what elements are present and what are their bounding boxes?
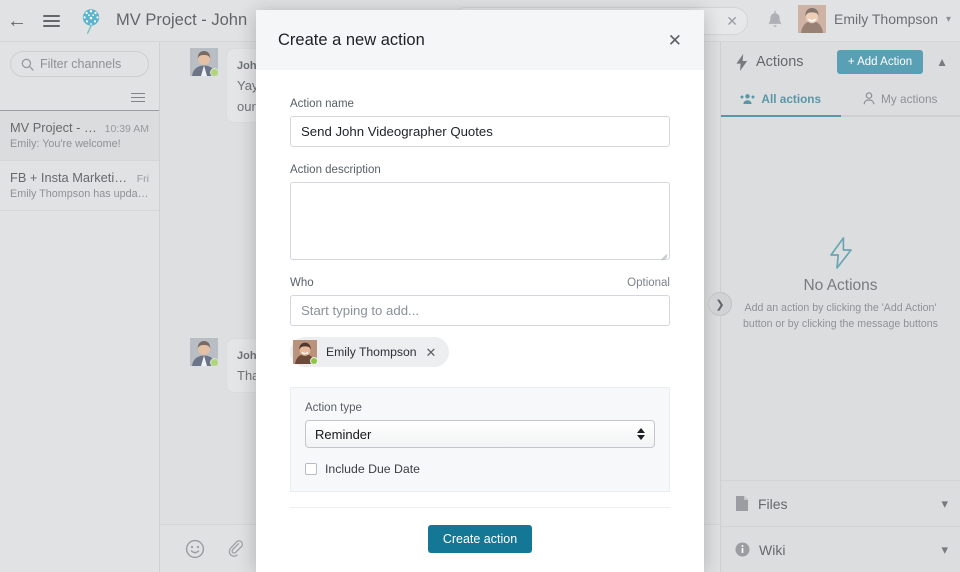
chevron-right-icon: ❯ bbox=[715, 298, 725, 311]
action-name-label: Action name bbox=[290, 98, 670, 110]
action-description-label: Action description bbox=[290, 164, 670, 176]
action-name-input[interactable]: Send John Videographer Quotes bbox=[290, 116, 670, 147]
resize-handle[interactable] bbox=[658, 248, 668, 261]
include-due-date-label: Include Due Date bbox=[325, 462, 421, 476]
modal-title: Create a new action bbox=[278, 30, 425, 49]
who-chip-list: Emily Thompson ✕ bbox=[290, 337, 670, 369]
modal-body: Action name Send John Videographer Quote… bbox=[256, 70, 704, 492]
action-type-select[interactable]: Reminder bbox=[305, 420, 655, 448]
action-type-value: Reminder bbox=[315, 426, 372, 442]
label-text: Action name bbox=[290, 98, 354, 110]
action-description-textarea[interactable] bbox=[290, 182, 670, 261]
label-text: Action description bbox=[290, 164, 381, 176]
close-icon[interactable]: ✕ bbox=[426, 346, 446, 359]
include-due-date-checkbox[interactable] bbox=[305, 463, 317, 475]
close-icon[interactable]: ✕ bbox=[668, 32, 682, 49]
online-presence-dot bbox=[310, 357, 318, 365]
person-chip-emily-thompson: Emily Thompson ✕ bbox=[290, 337, 450, 367]
create-action-button[interactable]: Create action bbox=[427, 525, 533, 553]
include-due-date-row[interactable]: Include Due Date bbox=[305, 462, 655, 476]
who-label-row: Who Optional bbox=[290, 277, 670, 289]
action-type-group: Action type Reminder Include Due Date bbox=[290, 387, 670, 492]
modal-header: Create a new action ✕ bbox=[256, 10, 704, 70]
select-stepper-icon bbox=[637, 428, 645, 440]
avatar bbox=[293, 340, 318, 365]
who-input[interactable]: Start typing to add... bbox=[290, 295, 670, 326]
who-label: Who bbox=[290, 277, 314, 289]
create-action-modal: Create a new action ✕ Action name Send J… bbox=[256, 10, 704, 572]
action-type-label: Action type bbox=[305, 402, 362, 414]
panel-collapse-handle[interactable]: ❯ bbox=[708, 292, 732, 316]
app-root: ← MV Project - John ✕ Emily Thompson ▾ F… bbox=[0, 0, 960, 572]
chip-name: Emily Thompson bbox=[326, 345, 417, 359]
modal-footer: Create action bbox=[290, 507, 670, 553]
who-optional-label: Optional bbox=[627, 277, 670, 289]
